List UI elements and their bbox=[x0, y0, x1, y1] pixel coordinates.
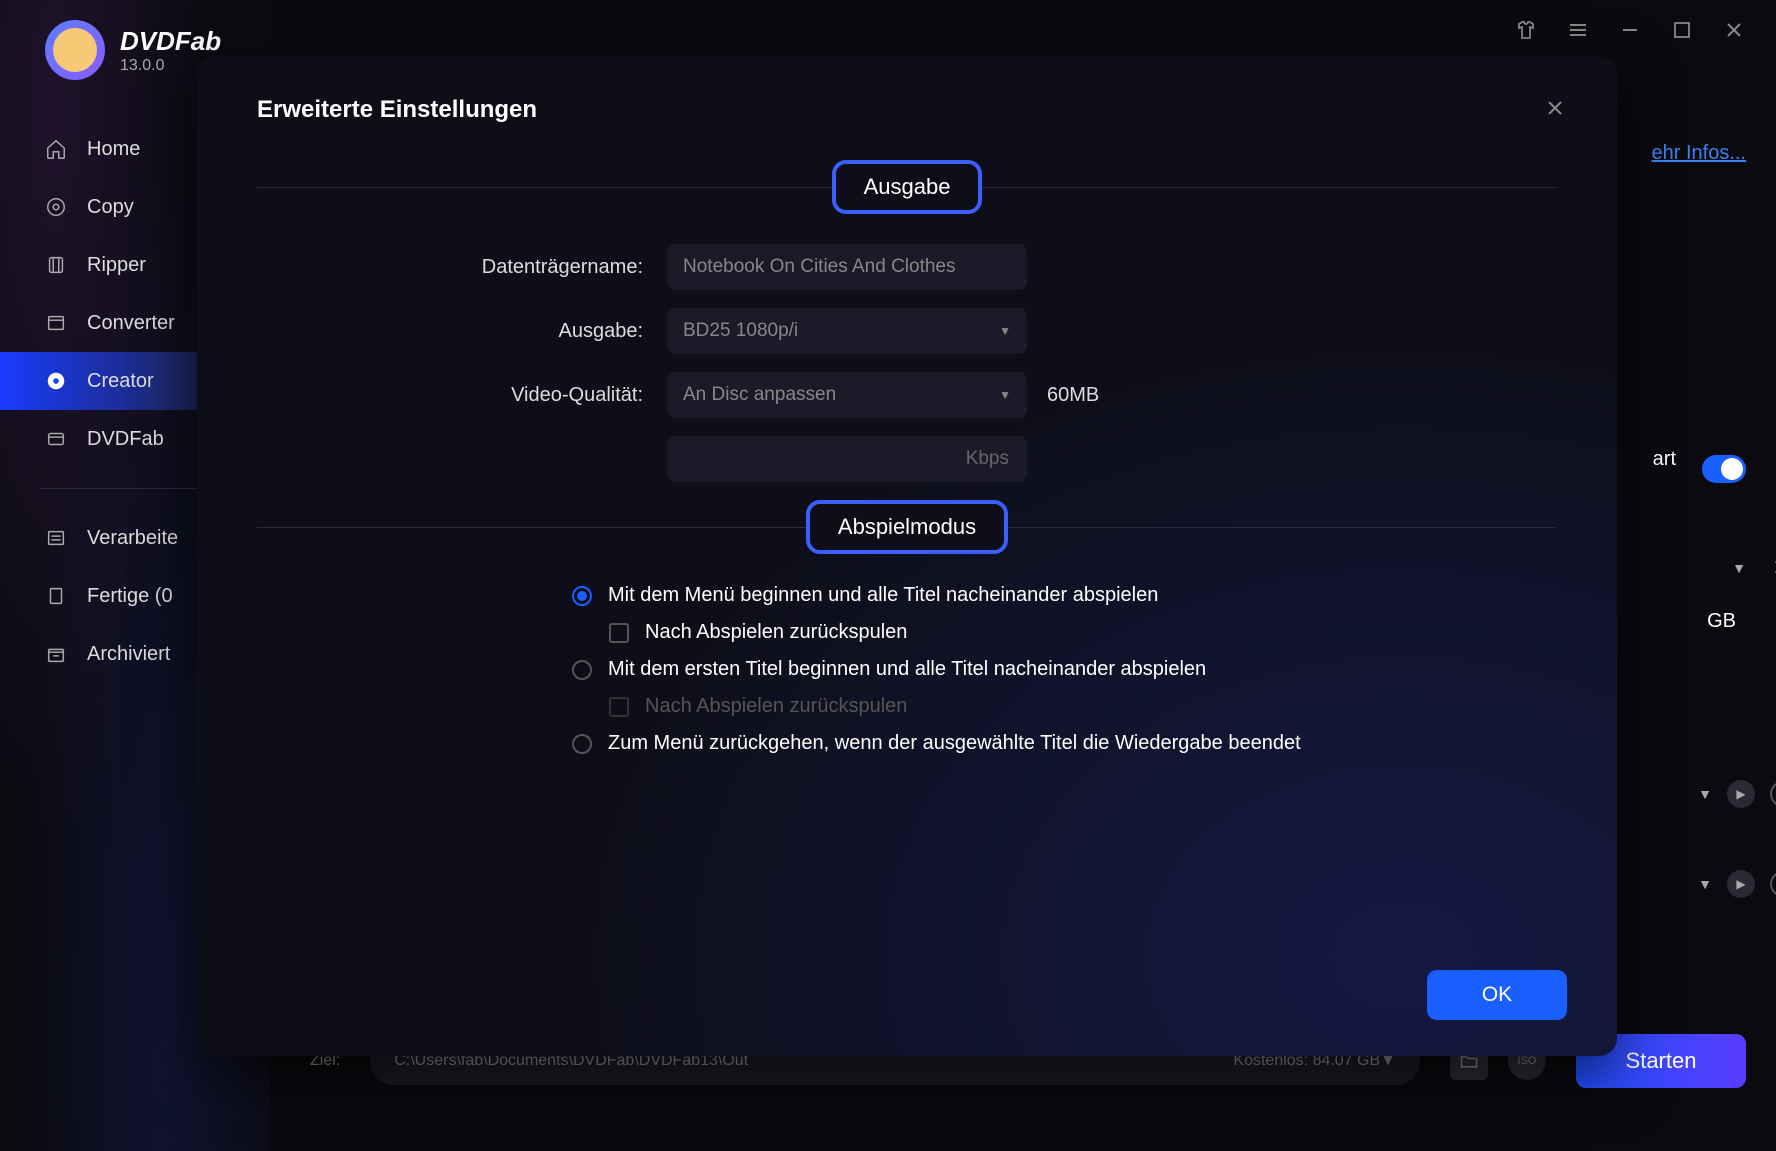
rewind-checkbox-2: Nach Abspielen zurückspulen bbox=[257, 695, 1557, 718]
quality-label: Video-Qualität: bbox=[257, 384, 667, 407]
chevron-down-icon[interactable]: ▼ bbox=[1698, 786, 1712, 802]
disc-name-value: Notebook On Cities And Clothes bbox=[683, 256, 956, 278]
sidebar-label: Ripper bbox=[87, 254, 146, 277]
more-info-link[interactable]: ehr Infos... bbox=[1652, 142, 1747, 165]
ok-button[interactable]: OK bbox=[1427, 970, 1567, 1020]
row-close-icon[interactable] bbox=[1770, 556, 1776, 578]
circle-icon[interactable]: C bbox=[1770, 781, 1776, 807]
sidebar-label: Home bbox=[87, 138, 140, 161]
playmode-label: Zum Menü zurückgehen, wenn der ausgewähl… bbox=[608, 732, 1301, 755]
checkbox-icon bbox=[609, 623, 629, 643]
playmode-option-1[interactable]: Mit dem Menü beginnen und alle Titel nac… bbox=[257, 584, 1557, 607]
queue-row-2: ▼ ▶ C bbox=[1698, 870, 1776, 898]
clipboard-icon bbox=[45, 585, 67, 607]
output-select[interactable]: BD25 1080p/i bbox=[667, 308, 1027, 354]
playmode-option-2[interactable]: Mit dem ersten Titel beginnen und alle T… bbox=[257, 658, 1557, 681]
output-badge: Ausgabe bbox=[832, 160, 983, 214]
rewind-label: Nach Abspielen zurückspulen bbox=[645, 695, 907, 718]
disc-name-input[interactable]: Notebook On Cities And Clothes bbox=[667, 244, 1027, 290]
copy-icon bbox=[45, 196, 67, 218]
playmode-section-header: Abspielmodus bbox=[257, 500, 1557, 554]
advanced-settings-modal: Erweiterte Einstellungen Ausgabe Datentr… bbox=[197, 56, 1617, 1056]
chevron-down-icon[interactable]: ▼ bbox=[1698, 876, 1712, 892]
logo-icon bbox=[45, 20, 105, 80]
queue-row-1: ▼ ▶ C bbox=[1698, 780, 1776, 808]
kbps-unit: Kbps bbox=[966, 448, 1009, 470]
ripper-icon bbox=[45, 254, 67, 276]
modal-title: Erweiterte Einstellungen bbox=[257, 96, 1557, 124]
converter-icon bbox=[45, 312, 67, 334]
sidebar-label: Converter bbox=[87, 312, 175, 335]
playmode-option-3[interactable]: Zum Menü zurückgehen, wenn der ausgewähl… bbox=[257, 732, 1557, 755]
playmode-badge: Abspielmodus bbox=[806, 500, 1008, 554]
creator-icon bbox=[45, 370, 67, 392]
quality-select[interactable]: An Disc anpassen bbox=[667, 372, 1027, 418]
play-icon[interactable]: ▶ bbox=[1727, 780, 1755, 808]
checkbox-icon bbox=[609, 697, 629, 717]
output-label: Ausgabe: bbox=[257, 320, 667, 343]
radio-icon bbox=[572, 660, 592, 680]
sidebar-label: Fertige (0 bbox=[87, 585, 173, 608]
archive-icon bbox=[45, 643, 67, 665]
play-icon[interactable]: ▶ bbox=[1727, 870, 1755, 898]
circle-icon[interactable]: C bbox=[1770, 871, 1776, 897]
output-section-header: Ausgabe bbox=[257, 160, 1557, 214]
size-extra: 60MB bbox=[1047, 384, 1099, 407]
radio-icon bbox=[572, 586, 592, 606]
app-name: DVDFab bbox=[120, 26, 221, 57]
sidebar-label: Archiviert bbox=[87, 643, 170, 666]
art-suffix: art bbox=[1653, 448, 1676, 471]
sidebar-label: Verarbeite bbox=[87, 527, 178, 550]
output-value: BD25 1080p/i bbox=[683, 320, 798, 342]
chevron-down-icon[interactable]: ▼ bbox=[1732, 560, 1746, 576]
rewind-checkbox-1[interactable]: Nach Abspielen zurückspulen bbox=[257, 621, 1557, 644]
close-icon[interactable] bbox=[1543, 96, 1567, 120]
gb-suffix: GB bbox=[1707, 610, 1736, 633]
kbps-input[interactable]: Kbps bbox=[667, 436, 1027, 482]
rewind-label: Nach Abspielen zurückspulen bbox=[645, 621, 907, 644]
list-icon bbox=[45, 527, 67, 549]
playmode-label: Mit dem Menü beginnen und alle Titel nac… bbox=[608, 584, 1158, 607]
dvdfab-icon bbox=[45, 428, 67, 450]
sidebar-label: DVDFab bbox=[87, 428, 164, 451]
enlarge-toggle[interactable] bbox=[1702, 455, 1746, 483]
sidebar-label: Creator bbox=[87, 370, 154, 393]
disc-name-label: Datenträgername: bbox=[257, 256, 667, 279]
quality-value: An Disc anpassen bbox=[683, 384, 836, 406]
radio-icon bbox=[572, 734, 592, 754]
playmode-label: Mit dem ersten Titel beginnen und alle T… bbox=[608, 658, 1206, 681]
home-icon bbox=[45, 138, 67, 160]
sidebar-label: Copy bbox=[87, 196, 134, 219]
